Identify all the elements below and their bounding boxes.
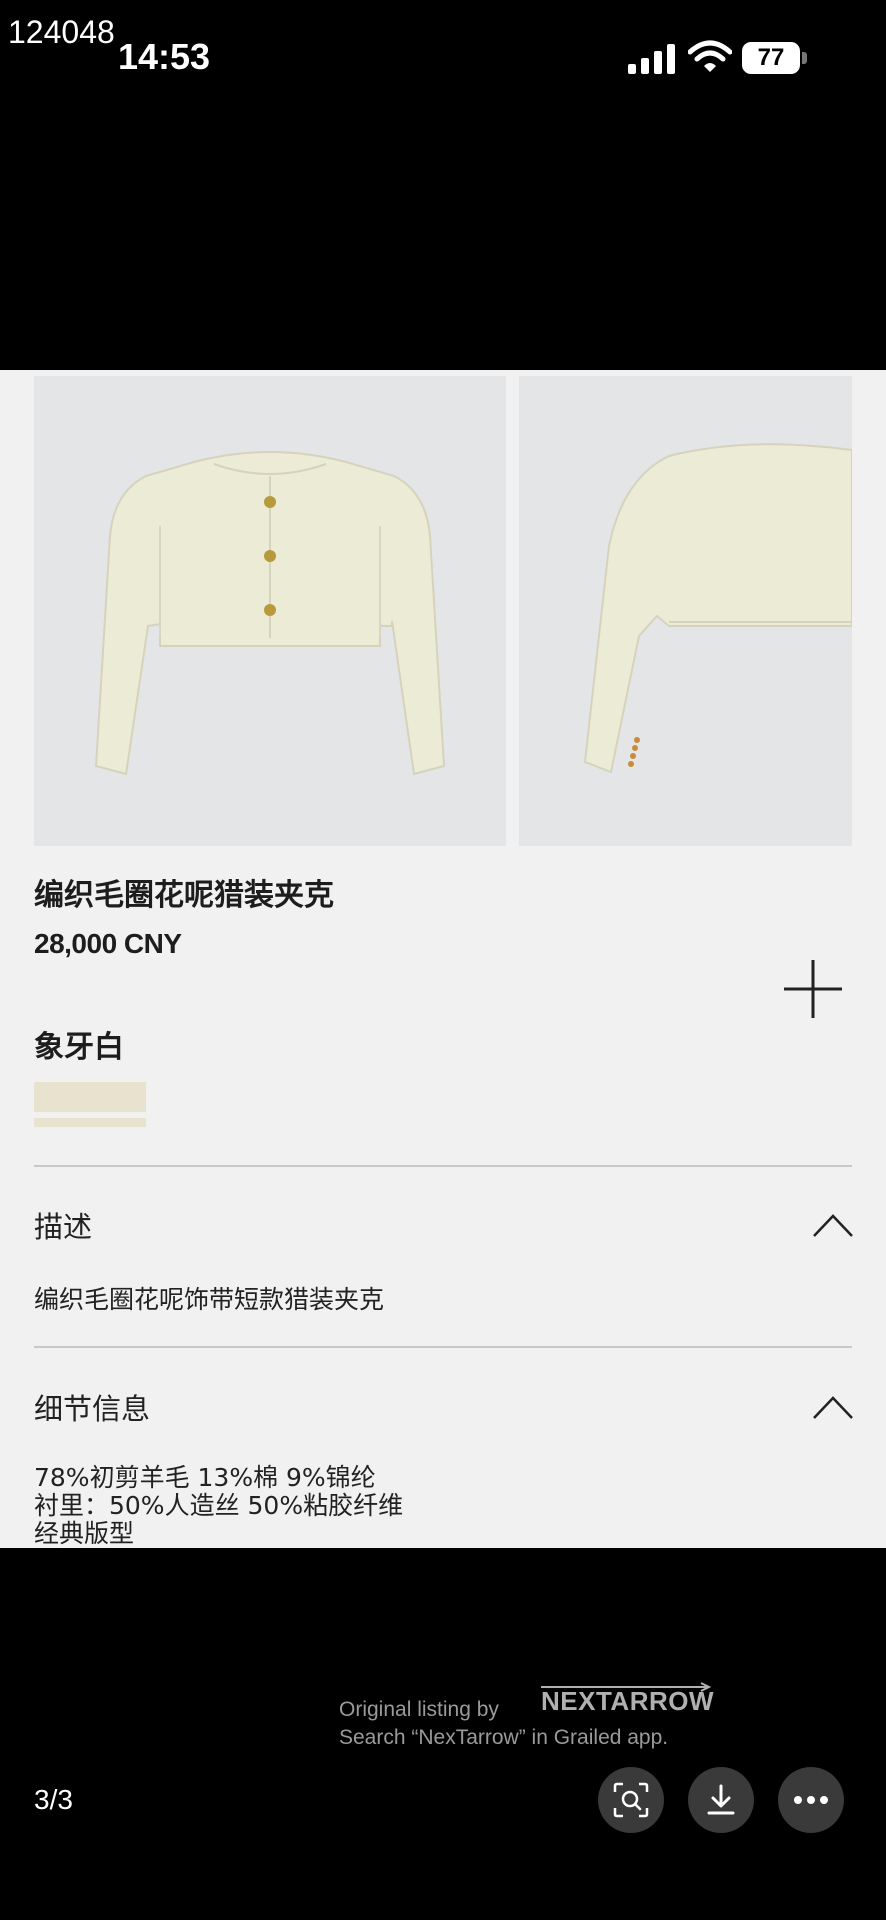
product-photo-side[interactable] [519, 376, 852, 846]
detail-line: 衬里：50%人造丝 50%粘胶纤维 [34, 1491, 404, 1520]
product-card: 编织毛圈花呢猎装夹克 28,000 CNY 象牙白 描述 编织毛圈花呢饰带短款猎… [0, 370, 886, 1548]
visual-search-icon [613, 1782, 649, 1818]
visual-search-button[interactable] [598, 1767, 664, 1833]
download-button[interactable] [688, 1767, 754, 1833]
watermark-id: 124048 [8, 14, 115, 50]
search-hint: Search “NexTarrow” in Grailed app. [339, 1726, 669, 1749]
download-icon [707, 1784, 735, 1815]
swatch-fill [34, 1082, 146, 1112]
product-photo-front[interactable] [34, 376, 506, 846]
page-counter: 3/3 [34, 1784, 73, 1815]
wifi-icon [688, 40, 732, 72]
more-button[interactable] [778, 1767, 844, 1833]
status-time: 14:53 [118, 36, 211, 77]
description-text: 编织毛圈花呢饰带短款猎装夹克 [34, 1285, 385, 1314]
product-title: 编织毛圈花呢猎装夹克 [34, 878, 334, 913]
arrow-icon [541, 1682, 712, 1692]
details-title[interactable]: 细节信息 [34, 1386, 150, 1428]
detail-line: 经典版型 [34, 1519, 135, 1548]
jacket-side-illustration [583, 443, 852, 774]
brand-logo: NEXTARROW [541, 1682, 714, 1717]
battery-level: 77 [742, 42, 800, 74]
product-price: 28,000 CNY [34, 928, 182, 959]
jacket-front-illustration [94, 451, 446, 776]
battery-icon: 77 [742, 42, 808, 74]
color-swatch[interactable] [34, 1082, 146, 1128]
plus-icon[interactable] [784, 960, 842, 1018]
divider [34, 1165, 852, 1167]
battery-nub [802, 52, 807, 64]
chevron-up-icon[interactable] [812, 1212, 854, 1238]
description-title[interactable]: 描述 [34, 1204, 92, 1246]
swatch-selected-bar [34, 1118, 146, 1127]
divider [34, 1346, 852, 1348]
listing-attribution: Original listing by [339, 1698, 499, 1721]
more-icon [794, 1796, 828, 1804]
detail-line: 78%初剪羊毛 13%棉 9%锦纶 [34, 1463, 376, 1492]
signal-icon [628, 44, 675, 74]
color-name: 象牙白 [34, 1030, 124, 1065]
chevron-up-icon[interactable] [812, 1394, 854, 1420]
